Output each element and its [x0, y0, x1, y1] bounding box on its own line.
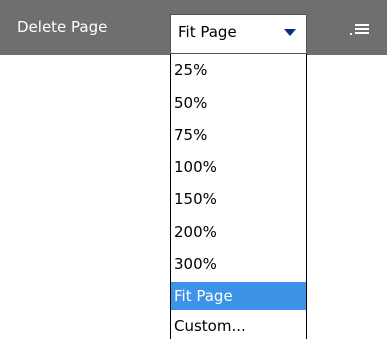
zoom-select[interactable]: Fit Page [170, 14, 307, 54]
zoom-option-150[interactable]: 150% [171, 185, 306, 213]
zoom-option-25[interactable]: 25% [171, 56, 306, 84]
chevron-down-icon [284, 29, 296, 36]
toolbar: Delete Page Fit Page [0, 0, 387, 55]
zoom-option-fit-page[interactable]: Fit Page [171, 282, 306, 310]
delete-page-button[interactable]: Delete Page [17, 14, 107, 40]
list-menu-icon-glyph [350, 24, 369, 35]
zoom-select-value: Fit Page [178, 23, 237, 41]
zoom-option-100[interactable]: 100% [171, 153, 306, 181]
zoom-option-50[interactable]: 50% [171, 89, 306, 117]
zoom-option-300[interactable]: 300% [171, 250, 306, 278]
zoom-option-custom[interactable]: Custom... [171, 312, 306, 340]
list-menu-icon[interactable] [349, 21, 371, 37]
zoom-option-200[interactable]: 200% [171, 218, 306, 246]
zoom-dropdown-list: 25% 50% 75% 100% 150% 200% 300% Fit Page… [170, 54, 307, 339]
zoom-option-75[interactable]: 75% [171, 121, 306, 149]
